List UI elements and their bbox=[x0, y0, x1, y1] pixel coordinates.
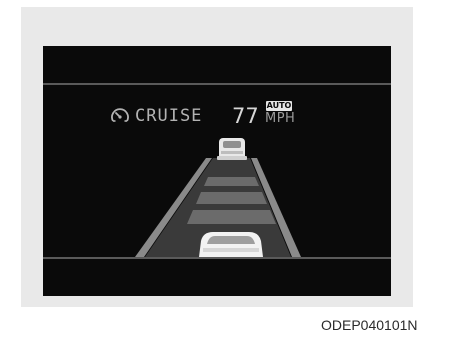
cruise-speedometer-icon bbox=[111, 108, 129, 122]
speed-unit-label: MPH bbox=[265, 111, 296, 126]
distance-bar-1 bbox=[204, 177, 259, 186]
set-speed-value: 77 bbox=[232, 104, 259, 128]
cruise-status-row: CRUISE 77 AUTO MPH bbox=[109, 101, 349, 133]
auto-badge: AUTO bbox=[266, 101, 292, 111]
lane-graphic bbox=[135, 138, 301, 257]
figure-code: ODEP040101N bbox=[321, 317, 418, 333]
cruise-mode-label: CRUISE bbox=[135, 106, 203, 126]
own-vehicle-icon bbox=[199, 232, 263, 257]
distance-bar-2 bbox=[196, 192, 267, 204]
distance-bar-3 bbox=[187, 210, 276, 224]
cluster-display: CRUISE 77 AUTO MPH bbox=[43, 46, 391, 296]
lead-vehicle-icon bbox=[217, 138, 247, 160]
